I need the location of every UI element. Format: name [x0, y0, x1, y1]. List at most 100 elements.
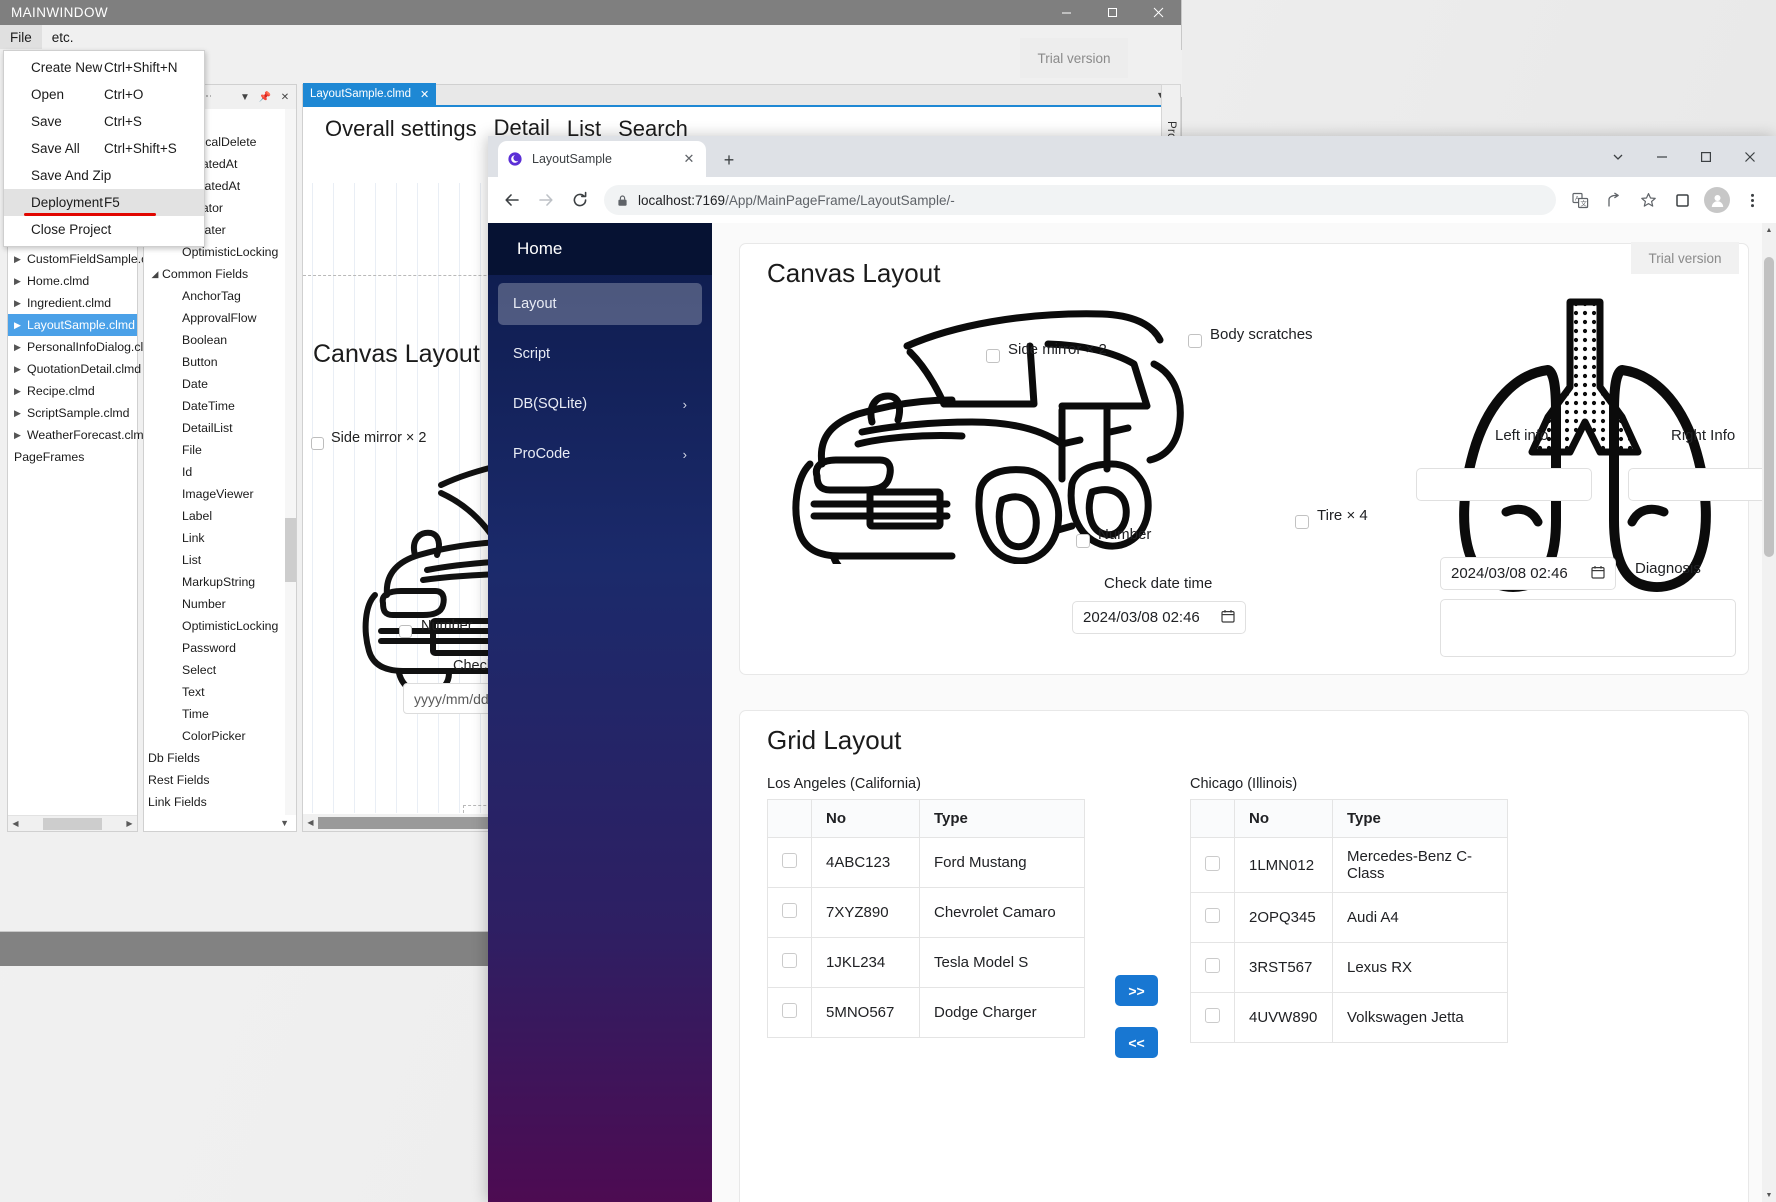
menu-etc[interactable]: etc. [42, 25, 84, 49]
sidebar-item-db-sqlite[interactable]: DB(SQLite) › [498, 383, 702, 425]
designer-tab-layoutsample[interactable]: LayoutSample.clmd ✕ [303, 83, 436, 105]
menu-item-save-and-zip[interactable]: Save And Zip [4, 162, 204, 189]
input-right-info[interactable] [1628, 468, 1776, 501]
input-diagnosis[interactable] [1440, 599, 1736, 657]
menu-item-save-all[interactable]: Save All Ctrl+Shift+S [4, 135, 204, 162]
tree-item[interactable]: ▶QuotationDetail.clmd [8, 358, 137, 380]
chevron-down-icon[interactable]: ▼ [238, 92, 252, 103]
translate-icon[interactable]: A文 [1564, 184, 1596, 216]
share-icon[interactable] [1598, 184, 1630, 216]
field-item[interactable]: Select [144, 659, 296, 681]
transfer-left-button[interactable]: << [1115, 1027, 1158, 1058]
tree-item[interactable]: ▶Recipe.clmd [8, 380, 137, 402]
row-checkbox-cell[interactable] [1191, 893, 1235, 943]
field-item[interactable]: Boolean [144, 329, 296, 351]
close-icon[interactable] [1728, 136, 1772, 177]
scroll-thumb[interactable] [285, 518, 296, 582]
row-checkbox-cell[interactable] [768, 938, 812, 988]
field-item[interactable]: File [144, 439, 296, 461]
row-checkbox[interactable] [1205, 908, 1220, 923]
table-row[interactable]: 2OPQ345 Audi A4 [1191, 893, 1508, 943]
field-item[interactable]: DetailList [144, 417, 296, 439]
checkbox-tire[interactable] [1295, 515, 1309, 529]
row-checkbox[interactable] [782, 1003, 797, 1018]
sidebar-item-script[interactable]: Script [498, 333, 702, 375]
scroll-down-icon[interactable]: ▼ [1762, 1188, 1776, 1202]
tree-item[interactable]: ▶PersonalInfoDialog.clmd [8, 336, 137, 358]
row-checkbox[interactable] [1205, 1008, 1220, 1023]
address-bar[interactable]: localhost:7169/App/MainPageFrame/LayoutS… [604, 185, 1556, 215]
field-item[interactable]: Time [144, 703, 296, 725]
row-checkbox-cell[interactable] [768, 838, 812, 888]
tree-item[interactable]: ▶Home.clmd [8, 270, 137, 292]
menu-item-close-project[interactable]: Close Project [4, 216, 204, 243]
close-icon[interactable]: ✕ [681, 151, 697, 167]
field-item[interactable]: ColorPicker [144, 725, 296, 747]
menu-item-create-new[interactable]: Create New Ctrl+Shift+N [4, 54, 204, 81]
tree-item-pageframes[interactable]: PageFrames [8, 446, 137, 468]
field-item[interactable]: DateTime [144, 395, 296, 417]
row-checkbox[interactable] [1205, 958, 1220, 973]
field-item[interactable]: Password [144, 637, 296, 659]
designer-preview-checkbox-number[interactable] [399, 625, 412, 638]
scroll-track[interactable] [23, 816, 122, 832]
app-brand-home[interactable]: Home [488, 223, 712, 275]
new-tab-button[interactable]: + [716, 147, 742, 173]
minimize-icon[interactable] [1043, 0, 1089, 25]
input-left-info[interactable] [1416, 468, 1592, 501]
field-item[interactable]: AnchorTag [144, 285, 296, 307]
scroll-left-icon[interactable]: ◀ [303, 818, 318, 827]
pin-icon[interactable]: 📌 [258, 92, 272, 103]
transfer-right-button[interactable]: >> [1115, 975, 1158, 1006]
row-checkbox[interactable] [782, 953, 797, 968]
profile-icon[interactable] [1704, 187, 1730, 213]
row-checkbox[interactable] [782, 853, 797, 868]
row-checkbox-cell[interactable] [768, 988, 812, 1038]
table-row[interactable]: 4ABC123 Ford Mustang [768, 838, 1085, 888]
menu-item-deployment[interactable]: Deployment F5 [4, 189, 204, 216]
table-row[interactable]: 3RST567 Lexus RX [1191, 943, 1508, 993]
scroll-left-icon[interactable]: ◀ [8, 819, 23, 828]
row-checkbox[interactable] [782, 903, 797, 918]
tree-item[interactable]: ▶ScriptSample.clmd [8, 402, 137, 424]
designer-nav-overall-settings[interactable]: Overall settings [325, 116, 477, 144]
menu-file[interactable]: File [0, 25, 42, 49]
field-group-link-fields[interactable]: Link Fields [144, 791, 296, 813]
field-item[interactable]: MarkupString [144, 571, 296, 593]
table-row[interactable]: 4UVW890 Volkswagen Jetta [1191, 993, 1508, 1043]
checkbox-number[interactable] [1076, 534, 1090, 548]
checkbox-side-mirror[interactable] [986, 349, 1000, 363]
close-icon[interactable] [1135, 0, 1181, 25]
close-icon[interactable]: ✕ [420, 88, 429, 101]
scroll-up-icon[interactable]: ▲ [1762, 223, 1776, 237]
app-vertical-scrollbar[interactable]: ▲ ▼ [1762, 223, 1776, 1202]
row-checkbox-cell[interactable] [1191, 993, 1235, 1043]
scroll-thumb[interactable] [43, 818, 102, 830]
tree-item[interactable]: ▶Ingredient.clmd [8, 292, 137, 314]
field-group-db-fields[interactable]: Db Fields [144, 747, 296, 769]
bookmark-star-icon[interactable] [1632, 184, 1664, 216]
field-item[interactable]: Text [144, 681, 296, 703]
more-menu-icon[interactable] [1736, 184, 1768, 216]
field-item[interactable]: Label [144, 505, 296, 527]
field-group-common-fields[interactable]: ◢Common Fields [144, 263, 296, 285]
reload-icon[interactable] [564, 184, 596, 216]
maximize-icon[interactable] [1089, 0, 1135, 25]
sidebar-item-procode[interactable]: ProCode › [498, 433, 702, 475]
browser-tab-layoutsample[interactable]: LayoutSample ✕ [498, 141, 706, 177]
fields-vertical-scrollbar[interactable] [285, 109, 296, 815]
scroll-right-icon[interactable]: ▶ [122, 819, 137, 828]
calendar-icon[interactable] [1591, 565, 1605, 582]
tree-item[interactable]: ▶WeatherForecast.clmd [8, 424, 137, 446]
table-row[interactable]: 1LMN012 Mercedes-Benz C-Class [1191, 838, 1508, 893]
field-item[interactable]: OptimisticLocking [144, 615, 296, 637]
table-row[interactable]: 7XYZ890 Chevrolet Camaro [768, 888, 1085, 938]
table-row[interactable]: 5MNO567 Dodge Charger [768, 988, 1085, 1038]
forward-arrow-icon[interactable] [530, 184, 562, 216]
maximize-icon[interactable] [1684, 136, 1728, 177]
tree-item[interactable]: ▶CustomFieldSample.clmd [8, 248, 137, 270]
row-checkbox-cell[interactable] [1191, 943, 1235, 993]
row-checkbox[interactable] [1205, 856, 1220, 871]
sidebar-item-layout[interactable]: Layout [498, 283, 702, 325]
field-item[interactable]: Date [144, 373, 296, 395]
